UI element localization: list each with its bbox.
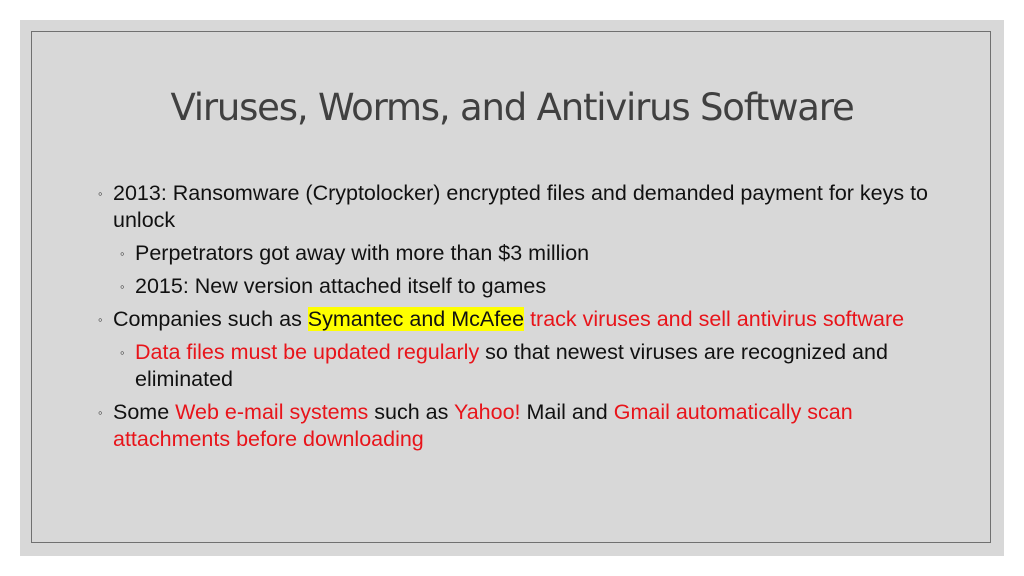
- highlighted-text: Symantec and McAfee: [307, 307, 525, 331]
- bullet-item: ◦ Some Web e-mail systems such as Yahoo!…: [98, 399, 958, 453]
- emphasis-text: Yahoo!: [453, 400, 521, 424]
- bullet-item: ◦ 2013: Ransomware (Cryptolocker) encryp…: [98, 180, 958, 234]
- emphasis-text: Data files must be updated regularly: [135, 340, 480, 364]
- bullet-text: Some: [113, 400, 176, 424]
- slide-title: Viruses, Worms, and Antivirus Software: [170, 86, 854, 129]
- bullet-text: Perpetrators got away with more than $3 …: [135, 241, 590, 265]
- slide: Viruses, Worms, and Antivirus Software ◦…: [20, 20, 1004, 556]
- bullet-item: ◦ Perpetrators got away with more than $…: [120, 240, 958, 267]
- bullet-item: ◦ 2015: New version attached itself to g…: [120, 273, 958, 300]
- bullet-icon: ◦: [98, 186, 103, 201]
- bullet-list: ◦ 2013: Ransomware (Cryptolocker) encryp…: [98, 180, 958, 459]
- bullet-icon: ◦: [98, 312, 103, 327]
- emphasis-text: Web e-mail systems: [175, 400, 369, 424]
- bullet-icon: ◦: [120, 279, 125, 294]
- bullet-icon: ◦: [120, 345, 125, 360]
- bullet-item: ◦ Companies such as Symantec and McAfee …: [98, 306, 958, 333]
- bullet-item: ◦ Data files must be updated regularly s…: [120, 339, 958, 393]
- emphasis-text: track viruses and sell antivirus softwar…: [524, 307, 905, 331]
- bullet-text: 2015: New version attached itself to gam…: [135, 274, 547, 298]
- bullet-icon: ◦: [120, 246, 125, 261]
- bullet-icon: ◦: [98, 405, 103, 420]
- bullet-text: 2013: Ransomware (Cryptolocker) encrypte…: [113, 181, 929, 232]
- bullet-text: such as: [368, 400, 454, 424]
- bullet-text: Companies such as: [113, 307, 308, 331]
- bullet-text: Mail and: [520, 400, 614, 424]
